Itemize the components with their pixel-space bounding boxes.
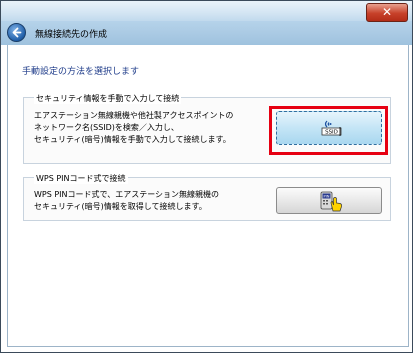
title-bar-glass xyxy=(1,1,412,21)
instruction-text: 手動設定の方法を選択します xyxy=(22,67,140,77)
wps-icon-text: PIN xyxy=(324,195,330,199)
description-line: セキュリティ(暗号)情報を取得して接続します。 xyxy=(34,202,207,211)
wps-pin-group-label: WPS PINコード式で接続 xyxy=(34,173,128,184)
window-title: 無線接続先の作成 xyxy=(35,30,108,40)
title-bar: ✕ 無線接続先の作成 xyxy=(1,1,412,45)
close-button[interactable]: ✕ xyxy=(366,3,408,22)
manual-setup-description: エアステーション無線親機や他社製アクセスポイントの ネットワーク名(SSID)を… xyxy=(34,110,233,146)
ssid-icon-text: SSID xyxy=(325,130,338,136)
back-button[interactable] xyxy=(7,23,26,42)
manual-setup-group-label: セキュリティ情報を手動で入力して接続 xyxy=(34,93,182,104)
description-line: エアステーション無線親機や他社製アクセスポイントの xyxy=(34,111,234,120)
description-line: WPS PINコード式で、エアステーション無線親機の xyxy=(34,190,220,199)
ssid-icon: SSID xyxy=(321,120,342,136)
wps-pin-description: WPS PINコード式で、エアステーション無線親機の セキュリティ(暗号)情報を… xyxy=(34,189,219,213)
back-arrow-icon xyxy=(12,27,22,38)
wps-pin-icon: PIN xyxy=(320,191,342,212)
description-line: セキュリティ(暗号)情報を手動で入力して接続します。 xyxy=(34,135,231,144)
close-icon: ✕ xyxy=(381,5,393,19)
description-line: ネットワーク名(SSID)を検索／入力し、 xyxy=(34,123,179,132)
